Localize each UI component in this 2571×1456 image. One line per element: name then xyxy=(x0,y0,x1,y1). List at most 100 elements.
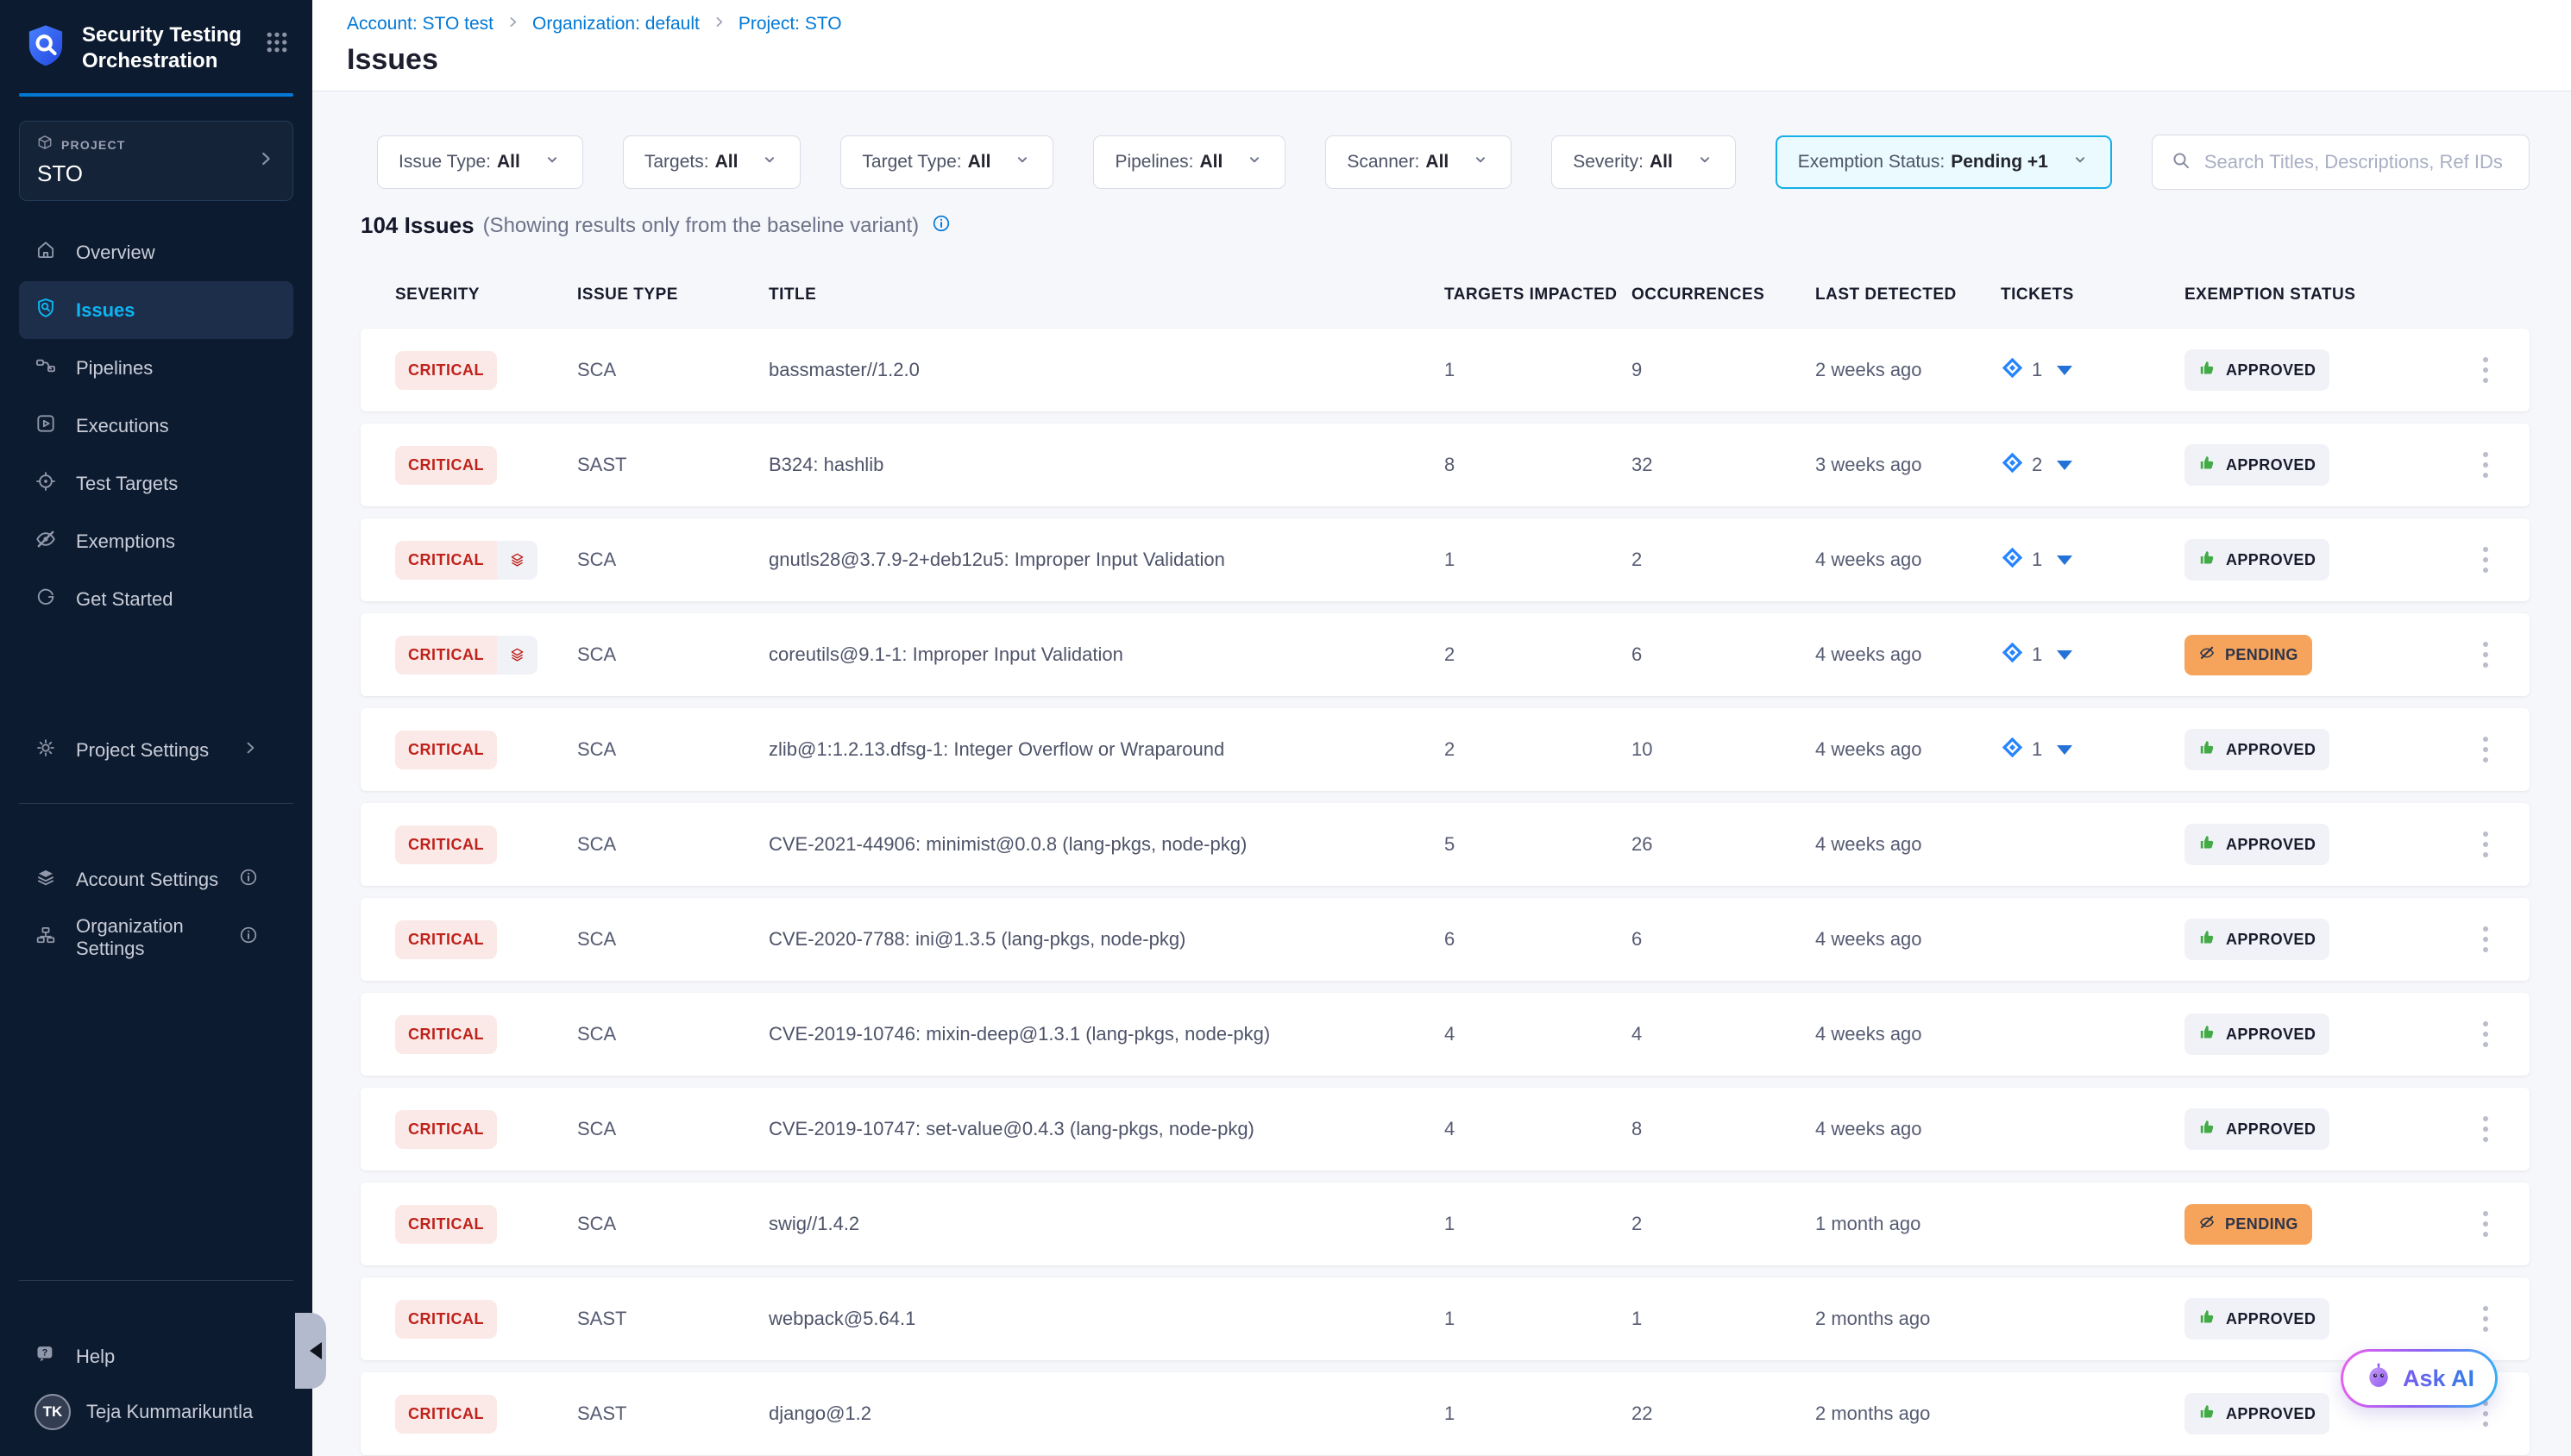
status-label: APPROVED xyxy=(2226,1120,2316,1139)
ticket-link[interactable]: 1 xyxy=(2001,736,2184,764)
caret-down-icon[interactable] xyxy=(2057,555,2072,565)
column-header: TITLE xyxy=(769,286,1444,304)
ticket-link[interactable]: 2 xyxy=(2001,451,2184,480)
row-menu-button[interactable] xyxy=(2476,1204,2495,1244)
table-row[interactable]: CRITICAL SCA CVE-2021-44906: minimist@0.… xyxy=(361,803,2530,886)
app-grid-icon[interactable] xyxy=(264,29,290,60)
row-menu-button[interactable] xyxy=(2476,1014,2495,1054)
row-menu-button[interactable] xyxy=(2476,1109,2495,1149)
targets-impacted-cell: 1 xyxy=(1444,1403,1631,1425)
column-header: OCCURRENCES xyxy=(1631,286,1815,304)
last-detected-cell: 4 weeks ago xyxy=(1815,643,2001,666)
issue-title[interactable]: CVE-2021-44906: minimist@0.0.8 (lang-pkg… xyxy=(769,833,1444,856)
severity-badge: CRITICAL xyxy=(395,825,497,864)
issue-title[interactable]: bassmaster//1.2.0 xyxy=(769,359,1444,381)
sidebar-item-executions[interactable]: Executions xyxy=(19,397,293,455)
breadcrumb-link[interactable]: Account: STO test xyxy=(347,14,493,35)
filter-target-type[interactable]: Target Type: All xyxy=(840,135,1053,189)
sidebar-item-label: Help xyxy=(76,1346,115,1368)
issue-title[interactable]: CVE-2019-10746: mixin-deep@1.3.1 (lang-p… xyxy=(769,1023,1444,1045)
issue-title[interactable]: zlib@1:1.2.13.dfsg-1: Integer Overflow o… xyxy=(769,738,1444,761)
sidebar-item-help[interactable]: ? Help xyxy=(19,1327,293,1385)
filter-severity[interactable]: Severity: All xyxy=(1551,135,1736,189)
last-detected-cell: 2 weeks ago xyxy=(1815,359,2001,381)
table-row[interactable]: CRITICAL SCA CVE-2019-10747: set-value@0… xyxy=(361,1088,2530,1170)
targets-impacted-cell: 2 xyxy=(1444,643,1631,666)
sidebar-item-pipelines[interactable]: Pipelines xyxy=(19,339,293,397)
info-icon[interactable] xyxy=(919,213,952,238)
last-detected-cell: 4 weeks ago xyxy=(1815,928,2001,951)
issue-title[interactable]: webpack@5.64.1 xyxy=(769,1308,1444,1330)
sidebar-item-account-settings[interactable]: Account Settings xyxy=(19,850,293,908)
header-accent-line xyxy=(19,93,293,97)
issue-title[interactable]: coreutils@9.1-1: Improper Input Validati… xyxy=(769,643,1444,666)
info-icon[interactable] xyxy=(238,867,278,893)
table-row[interactable]: CRITICAL SCA coreutils@9.1-1: Improper I… xyxy=(361,613,2530,696)
row-menu-button[interactable] xyxy=(2476,540,2495,580)
sidebar-item-test-targets[interactable]: Test Targets xyxy=(19,455,293,512)
table-row[interactable]: CRITICAL SCA swig//1.4.2 1 2 1 month ago… xyxy=(361,1183,2530,1265)
sidebar-collapse-handle[interactable] xyxy=(295,1313,326,1389)
search-box[interactable] xyxy=(2152,135,2530,190)
info-icon[interactable] xyxy=(238,925,278,951)
avatar: TK xyxy=(35,1394,71,1430)
filter-label: Exemption Status: xyxy=(1798,152,1945,173)
row-menu-button[interactable] xyxy=(2476,825,2495,864)
sidebar-item-project-settings[interactable]: Project Settings xyxy=(19,721,293,779)
row-menu-button[interactable] xyxy=(2476,635,2495,675)
issue-title[interactable]: swig//1.4.2 xyxy=(769,1213,1444,1235)
issue-title[interactable]: B324: hashlib xyxy=(769,454,1444,476)
ticket-link[interactable]: 1 xyxy=(2001,546,2184,574)
ticket-link[interactable]: 1 xyxy=(2001,641,2184,669)
jira-ticket-icon xyxy=(2001,736,2024,764)
sidebar-item-label: Test Targets xyxy=(76,473,178,495)
status-label: APPROVED xyxy=(2226,551,2316,569)
targets-impacted-cell: 5 xyxy=(1444,833,1631,856)
ask-ai-button[interactable]: Ask AI xyxy=(2341,1349,2498,1408)
issue-title[interactable]: gnutls28@3.7.9-2+deb12u5: Improper Input… xyxy=(769,549,1444,571)
sidebar-item-overview[interactable]: Overview xyxy=(19,223,293,281)
issue-type-cell: SCA xyxy=(577,1213,769,1235)
table-row[interactable]: CRITICAL SCA bassmaster//1.2.0 1 9 2 wee… xyxy=(361,329,2530,411)
row-menu-button[interactable] xyxy=(2476,919,2495,959)
filter-scanner[interactable]: Scanner: All xyxy=(1325,135,1512,189)
filter-exemption-status[interactable]: Exemption Status: Pending +1 xyxy=(1776,135,2112,189)
table-row[interactable]: CRITICAL SCA zlib@1:1.2.13.dfsg-1: Integ… xyxy=(361,708,2530,791)
table-row[interactable]: CRITICAL SAST django@1.2 1 22 2 months a… xyxy=(361,1372,2530,1455)
row-menu-button[interactable] xyxy=(2476,445,2495,485)
caret-down-icon[interactable] xyxy=(2057,366,2072,375)
ticket-link[interactable]: 1 xyxy=(2001,356,2184,385)
project-selector[interactable]: PROJECT STO xyxy=(19,121,293,201)
caret-down-icon[interactable] xyxy=(2057,461,2072,470)
severity-cell: CRITICAL xyxy=(395,825,577,864)
row-menu-button[interactable] xyxy=(2476,350,2495,390)
breadcrumb-link[interactable]: Project: STO xyxy=(739,14,842,35)
chevron-down-icon xyxy=(1673,150,1714,174)
severity-label: CRITICAL xyxy=(395,1015,497,1054)
table-row[interactable]: CRITICAL SAST B324: hashlib 8 32 3 weeks… xyxy=(361,424,2530,506)
issue-title[interactable]: django@1.2 xyxy=(769,1403,1444,1425)
table-row[interactable]: CRITICAL SAST webpack@5.64.1 1 1 2 month… xyxy=(361,1277,2530,1360)
caret-down-icon[interactable] xyxy=(2057,745,2072,755)
sidebar-item-issues[interactable]: Issues xyxy=(19,281,293,339)
row-menu-button[interactable] xyxy=(2476,730,2495,769)
filter-targets[interactable]: Targets: All xyxy=(623,135,801,189)
caret-down-icon[interactable] xyxy=(2057,650,2072,660)
sidebar-item-exemptions[interactable]: Exemptions xyxy=(19,512,293,570)
issue-title[interactable]: CVE-2020-7788: ini@1.3.5 (lang-pkgs, nod… xyxy=(769,928,1444,951)
row-menu-button[interactable] xyxy=(2476,1299,2495,1339)
table-row[interactable]: CRITICAL SCA CVE-2020-7788: ini@1.3.5 (l… xyxy=(361,898,2530,981)
targets-impacted-cell: 1 xyxy=(1444,549,1631,571)
exemption-status-cell: PENDING xyxy=(2184,635,2443,675)
filter-issue-type[interactable]: Issue Type: All xyxy=(377,135,583,189)
table-row[interactable]: CRITICAL SCA CVE-2019-10746: mixin-deep@… xyxy=(361,993,2530,1076)
filter-pipelines[interactable]: Pipelines: All xyxy=(1093,135,1286,189)
ticket-count: 1 xyxy=(2032,643,2042,666)
sidebar-item-organization-settings[interactable]: Organization Settings xyxy=(19,908,293,966)
sidebar-item-get-started[interactable]: Get Started xyxy=(19,570,293,628)
table-row[interactable]: CRITICAL SCA gnutls28@3.7.9-2+deb12u5: I… xyxy=(361,518,2530,601)
search-input[interactable] xyxy=(2204,151,2511,173)
breadcrumb-link[interactable]: Organization: default xyxy=(532,14,700,35)
issue-title[interactable]: CVE-2019-10747: set-value@0.4.3 (lang-pk… xyxy=(769,1118,1444,1140)
user-menu[interactable]: TK Teja Kummarikuntla xyxy=(0,1385,312,1456)
